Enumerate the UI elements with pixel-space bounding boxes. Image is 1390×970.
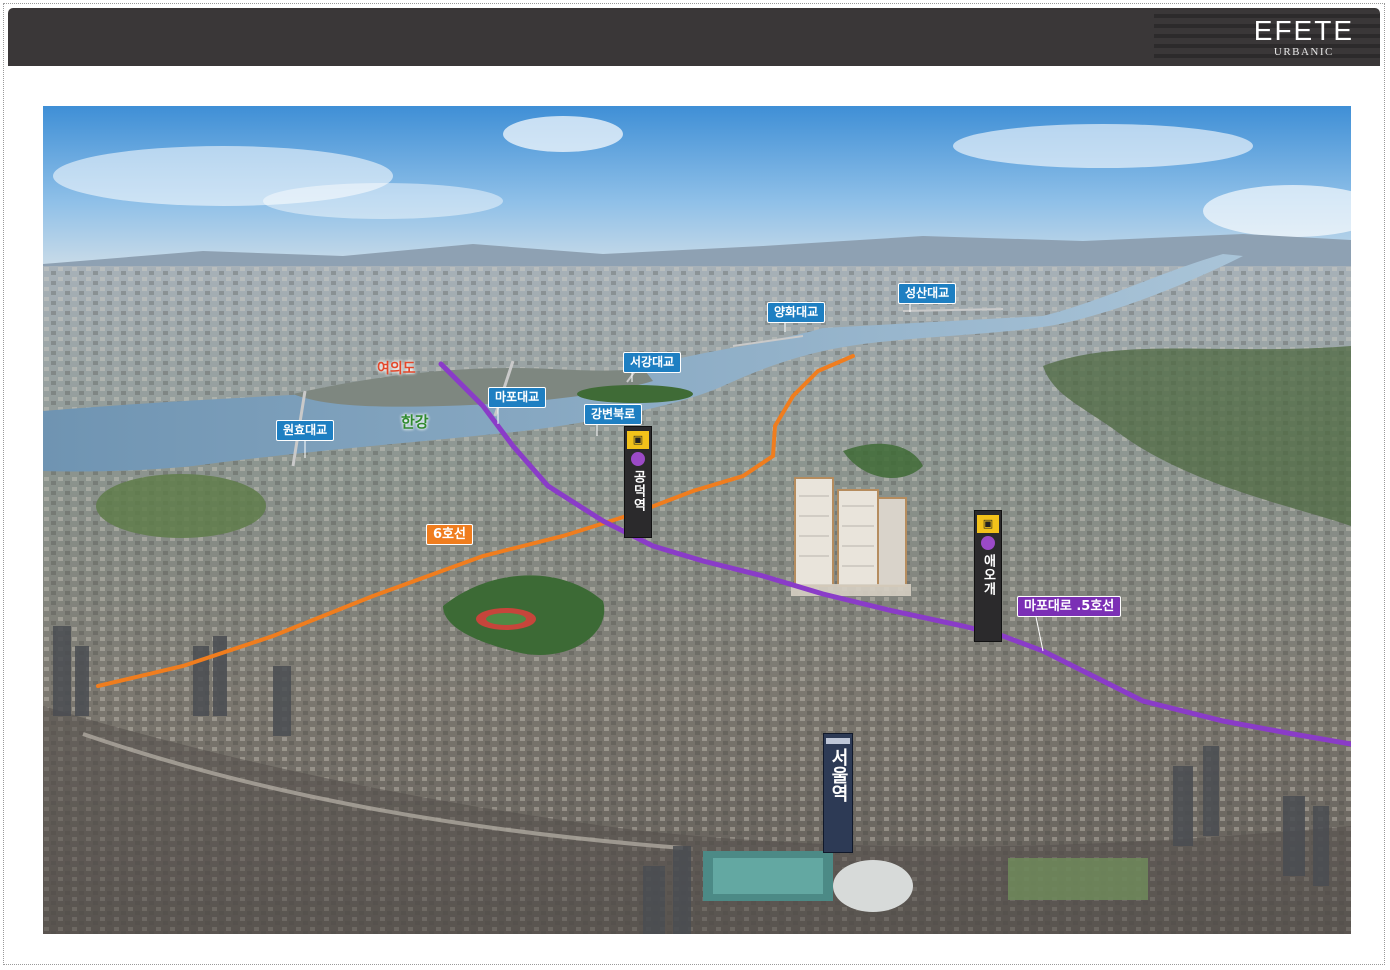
yeouido-label: 여의도 <box>377 361 416 377</box>
aeogae-station-name: 애오개 <box>980 554 996 596</box>
line5-label: 마포대로 .5호선 <box>1017 596 1122 617</box>
seogang-bridge-label: 서강대교 <box>623 352 682 373</box>
gangbyeon-road-label: 강변북로 <box>584 404 643 425</box>
line-marker-icon <box>981 536 995 550</box>
logo-sub-text: URBANIC <box>1273 46 1334 58</box>
line6-label: 6호선 <box>426 524 473 545</box>
aeogae-station-tower: ▣ 애오개 <box>974 510 1002 642</box>
subway-icon: ▣ <box>627 431 649 449</box>
aerial-map-photo: 여의도 한강 원효대교 마포대교 서강대교 강변북로 양화대교 성산대교 6호선… <box>43 106 1351 934</box>
seongsan-bridge-label: 성산대교 <box>898 283 957 304</box>
station-sign-plate <box>826 738 850 744</box>
mapo-bridge-label: 마포대교 <box>488 387 547 408</box>
han-river-label: 한강 <box>401 413 429 431</box>
brand-logo: EFETE URBANIC <box>1253 15 1354 59</box>
line-marker-icon <box>631 452 645 466</box>
header-bar: EFETE URBANIC <box>8 8 1380 66</box>
subway-icon: ▣ <box>977 515 999 533</box>
logo-main-text: EFETE <box>1253 15 1354 46</box>
wonhyo-bridge-label: 원효대교 <box>276 420 335 441</box>
seoul-station-name: 서울역 <box>828 748 849 802</box>
seoul-station-tower: 서울역 <box>823 733 853 853</box>
yanghwa-bridge-label: 양화대교 <box>767 302 826 323</box>
aerial-map-illustration <box>43 106 1351 934</box>
gongdeok-station-name: 공덕역 <box>630 470 646 512</box>
gongdeok-station-tower: ▣ 공덕역 <box>624 426 652 538</box>
